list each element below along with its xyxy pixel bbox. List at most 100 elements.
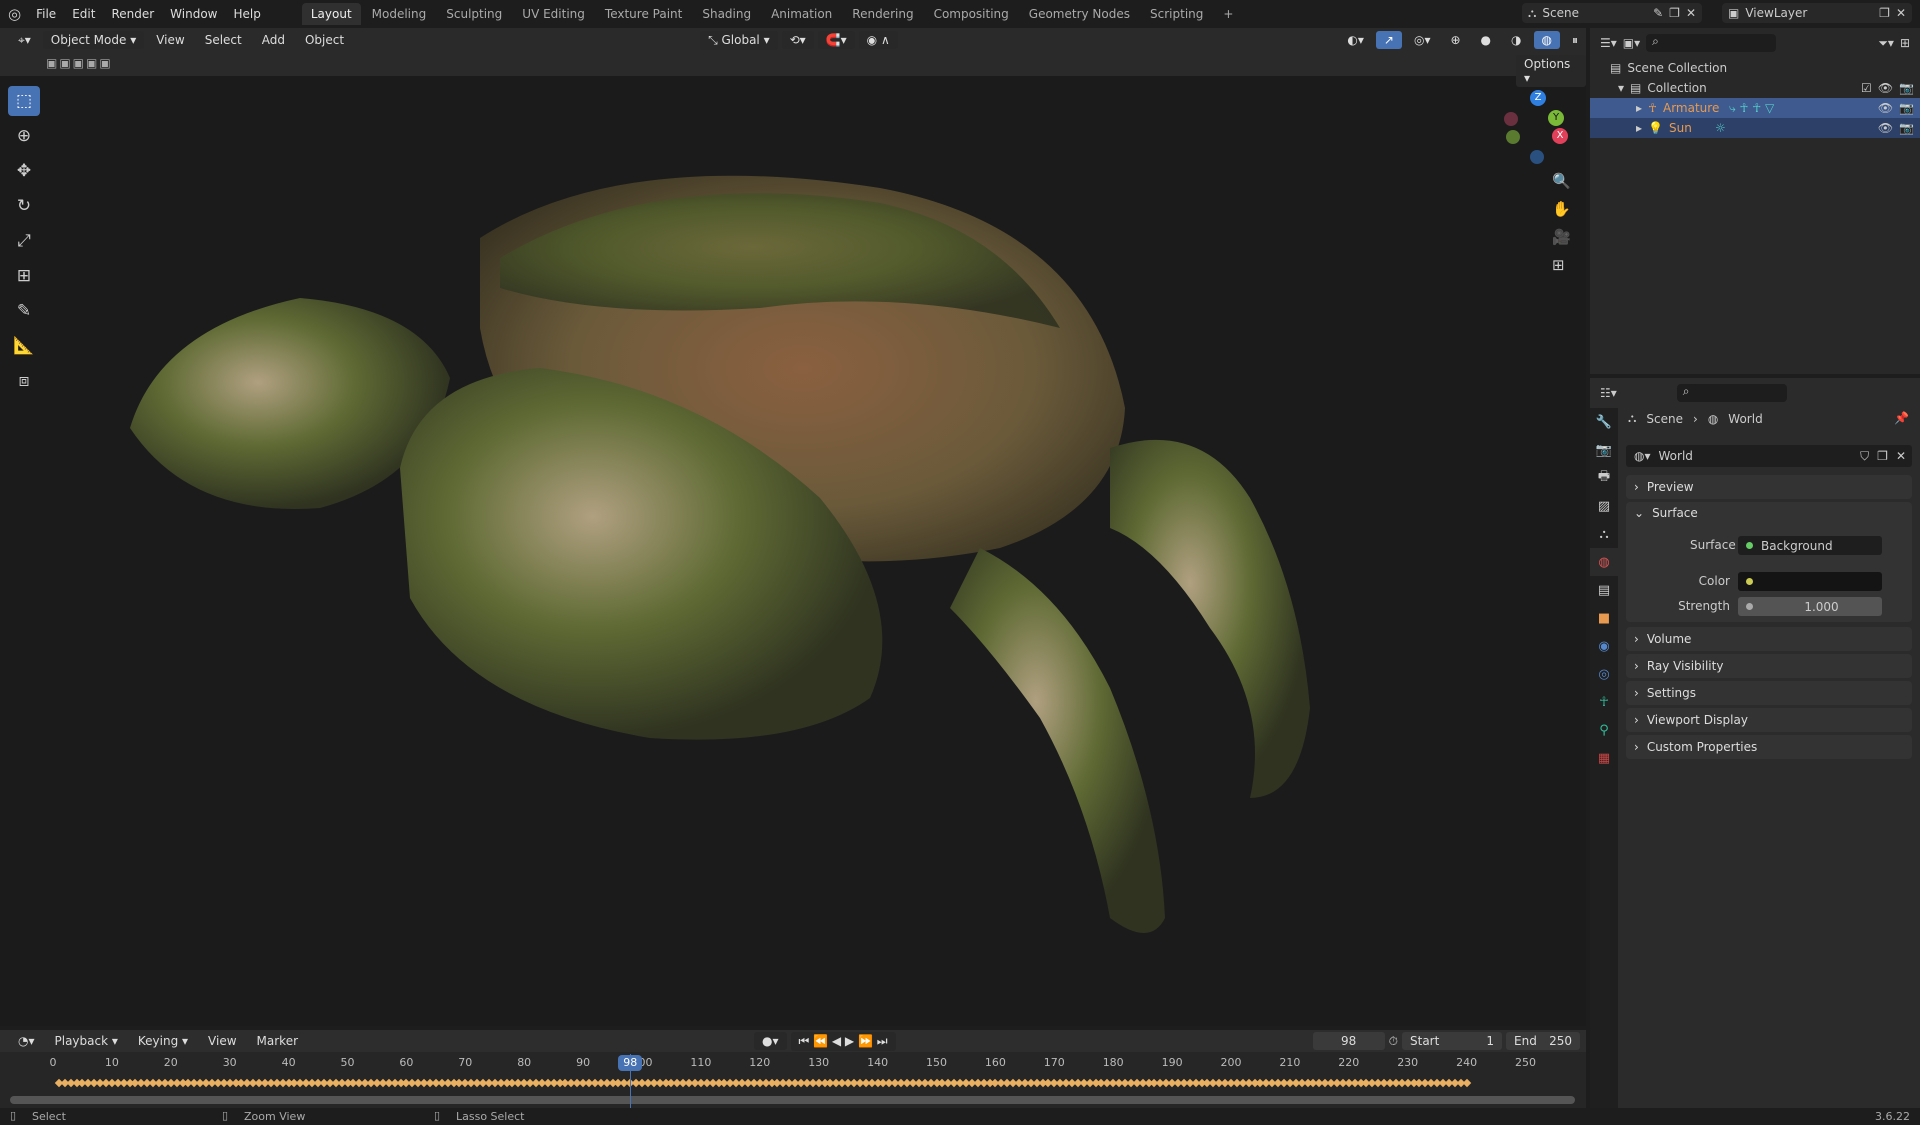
collection-row[interactable]: ▾ ▤ Collection ☑ 👁 📷 [1590, 78, 1920, 98]
transform-tool-icon[interactable]: ⊞ [8, 261, 40, 291]
gizmo-z-axis[interactable]: Z [1530, 90, 1546, 106]
pivot-dropdown[interactable]: ⟲▾ [781, 31, 814, 49]
properties-search-input[interactable]: ⌕ [1676, 384, 1787, 402]
world-datablock-selector[interactable]: ◍▾ World ⛉ ❐ ✕ [1626, 445, 1912, 467]
eye-icon[interactable]: 👁 [1878, 121, 1893, 135]
rotate-tool-icon[interactable]: ↻ [8, 191, 40, 221]
add-workspace-button[interactable]: + [1214, 3, 1242, 25]
tab-uv-editing[interactable]: UV Editing [513, 3, 594, 25]
filter-icon[interactable]: ⏷▾ [1878, 36, 1894, 51]
fake-user-icon[interactable]: ⛉ [1860, 449, 1869, 464]
object-tab-icon[interactable]: ■ [1590, 604, 1618, 632]
surface-shader-field[interactable]: Background [1738, 536, 1882, 555]
navigation-gizmo[interactable]: Z Y X [1500, 90, 1570, 165]
view-layer-tab-icon[interactable]: ▨ [1590, 492, 1618, 520]
shading-rendered[interactable]: ◍ [1533, 31, 1560, 49]
scene-selector[interactable]: ⛬ Scene ✎ ❐ ✕ [1522, 3, 1702, 23]
grid-perspective-icon[interactable]: ⊞ [1552, 256, 1571, 274]
gizmo-x-axis[interactable]: X [1552, 128, 1568, 144]
scale-tool-icon[interactable]: ⤢ [8, 226, 40, 256]
gizmo-toggle[interactable]: ↗ [1375, 31, 1402, 49]
timeline-scrollbar[interactable] [10, 1096, 1575, 1104]
world-tab-icon[interactable]: ◍ [1590, 548, 1618, 576]
new-collection-icon[interactable]: ⊞ [1900, 36, 1910, 50]
marker-menu[interactable]: Marker [249, 1032, 306, 1050]
measure-tool-icon[interactable]: 📐 [8, 331, 40, 361]
pan-hand-icon[interactable]: ✋ [1552, 200, 1571, 218]
tab-layout[interactable]: Layout [301, 3, 361, 25]
shading-solid[interactable]: ● [1473, 31, 1499, 49]
view-layer-selector[interactable]: ▣ ViewLayer ❐ ✕ [1722, 3, 1912, 23]
start-frame-field[interactable]: Start 1 [1402, 1032, 1502, 1050]
zoom-icon[interactable]: 🔍 [1552, 172, 1571, 190]
panel-viewport-display[interactable]: › Viewport Display [1626, 708, 1912, 732]
menu-object[interactable]: Object [297, 31, 352, 49]
copy-icon[interactable]: ❐ [1669, 6, 1680, 20]
visibility-dropdown[interactable]: ◐▾ [1339, 31, 1372, 49]
snap-toggle[interactable]: 🧲▾ [817, 31, 855, 49]
gizmo-neg-z[interactable] [1530, 150, 1544, 164]
world-name-input[interactable]: World [1659, 449, 1853, 463]
panel-preview[interactable]: › Preview [1626, 475, 1912, 499]
select-box-tool-icon[interactable]: ⬚ [8, 86, 40, 116]
panel-settings[interactable]: › Settings [1626, 681, 1912, 705]
stopwatch-icon[interactable]: ⏱ [1389, 1034, 1398, 1049]
output-tab-icon[interactable]: 🖶 [1590, 464, 1618, 492]
camera-icon[interactable]: 📷 [1899, 101, 1914, 115]
expand-icon[interactable]: ▸ [1636, 101, 1642, 115]
camera-icon[interactable]: 📷 [1899, 121, 1914, 135]
tab-scripting[interactable]: Scripting [1141, 3, 1212, 25]
menu-select[interactable]: Select [197, 31, 250, 49]
view-menu[interactable]: View [200, 1032, 244, 1050]
render-tab-icon[interactable]: 📷 [1590, 436, 1618, 464]
panel-custom-properties[interactable]: › Custom Properties [1626, 735, 1912, 759]
tab-modeling[interactable]: Modeling [363, 3, 436, 25]
expand-icon[interactable]: ▸ [1636, 121, 1642, 135]
outliner-search-input[interactable]: ⌕ [1646, 34, 1777, 52]
scene-tab-icon[interactable]: ⛬ [1590, 520, 1618, 548]
expand-icon[interactable]: ▾ [1618, 81, 1624, 95]
3d-viewport[interactable] [0, 28, 1586, 1026]
editor-type-icon[interactable]: ◔▾ [10, 1032, 43, 1050]
tool-tab-icon[interactable]: 🔧 [1590, 408, 1618, 436]
checkbox-icon[interactable]: ☑ [1861, 81, 1872, 95]
pin-icon[interactable]: ✎ [1653, 6, 1663, 20]
menu-edit[interactable]: Edit [65, 4, 102, 24]
tab-sculpting[interactable]: Sculpting [437, 3, 511, 25]
panel-ray-visibility[interactable]: › Ray Visibility [1626, 654, 1912, 678]
menu-render[interactable]: Render [104, 4, 161, 24]
menu-window[interactable]: Window [163, 4, 224, 24]
tab-shading[interactable]: Shading [693, 3, 760, 25]
unlink-icon[interactable]: ✕ [1896, 449, 1906, 463]
pause-render-button[interactable]: ⏸ [1564, 31, 1586, 50]
overlay-toggle[interactable]: ◎▾ [1406, 31, 1439, 49]
panel-volume[interactable]: › Volume [1626, 627, 1912, 651]
gizmo-neg-x[interactable] [1504, 112, 1518, 126]
move-tool-icon[interactable]: ✥ [8, 156, 40, 186]
shading-material[interactable]: ◑ [1503, 31, 1529, 49]
pin-icon[interactable]: 📌 [1894, 411, 1909, 425]
cursor-tool-icon[interactable]: ⊕ [8, 121, 40, 151]
color-field[interactable] [1738, 572, 1882, 591]
proportional-edit-toggle[interactable]: ◉ ∧ [858, 31, 898, 49]
mode-dropdown[interactable]: Object Mode ▾ [42, 31, 145, 49]
keying-menu[interactable]: Keying ▾ [130, 1032, 196, 1050]
select-mode-icons[interactable]: ▣▣▣▣▣ [46, 56, 113, 70]
copy-icon[interactable]: ❐ [1877, 449, 1888, 463]
playback-controls[interactable]: ⏮ ⏪ ◀ ▶ ⏩ ⏭ [790, 1031, 896, 1051]
menu-file[interactable]: File [29, 4, 63, 24]
add-cube-tool-icon[interactable]: ⧈ [8, 366, 40, 396]
annotate-tool-icon[interactable]: ✎ [8, 296, 40, 326]
menu-add[interactable]: Add [254, 31, 293, 49]
bone-tab-icon[interactable]: ⚲ [1590, 716, 1618, 744]
texture-tab-icon[interactable]: ▦ [1590, 744, 1618, 772]
filter-view-icon[interactable]: ▣▾ [1623, 36, 1640, 50]
tab-texture-paint[interactable]: Texture Paint [596, 3, 691, 25]
shading-wireframe[interactable]: ⊕ [1442, 31, 1468, 49]
tab-rendering[interactable]: Rendering [843, 3, 922, 25]
eye-icon[interactable]: 👁 [1878, 81, 1893, 95]
camera-icon[interactable]: 📷 [1899, 81, 1914, 95]
playback-menu[interactable]: Playback ▾ [47, 1032, 126, 1050]
editor-type-icon[interactable]: ☷▾ [1600, 386, 1617, 400]
close-icon[interactable]: ✕ [1686, 6, 1696, 20]
